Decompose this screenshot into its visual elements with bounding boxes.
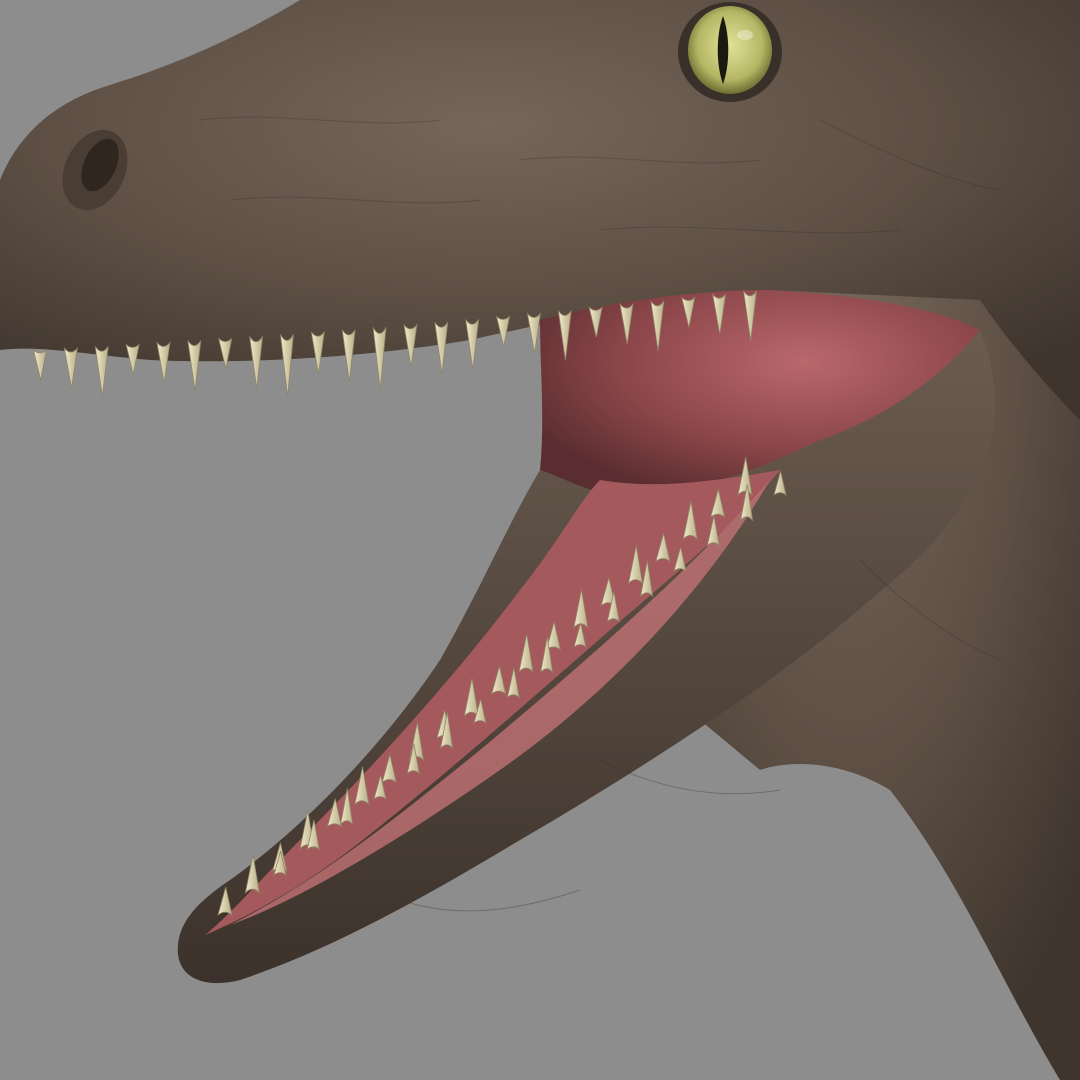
reptile-eye-icon [678, 2, 782, 102]
dinosaur-head-render [0, 0, 1080, 1080]
render-viewport [0, 0, 1080, 1080]
